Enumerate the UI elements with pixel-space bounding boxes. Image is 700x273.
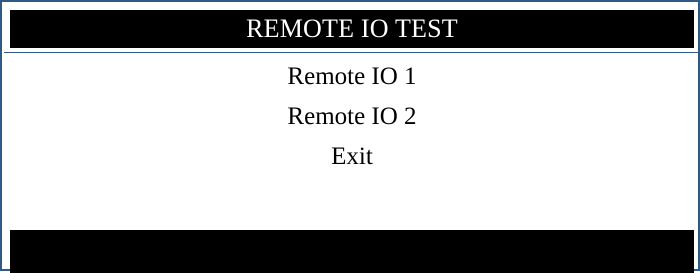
page-title: REMOTE IO TEST bbox=[246, 14, 458, 43]
menu-item-remote-io-2[interactable]: Remote IO 2 bbox=[287, 97, 416, 137]
menu-item-remote-io-1[interactable]: Remote IO 1 bbox=[287, 57, 416, 97]
test-panel-frame: REMOTE IO TEST Remote IO 1 Remote IO 2 E… bbox=[0, 0, 700, 273]
status-bar bbox=[10, 230, 694, 273]
menu-item-exit[interactable]: Exit bbox=[331, 137, 373, 177]
title-bar: REMOTE IO TEST bbox=[10, 10, 694, 48]
title-divider bbox=[4, 52, 700, 53]
menu-list: Remote IO 1 Remote IO 2 Exit bbox=[10, 57, 694, 207]
